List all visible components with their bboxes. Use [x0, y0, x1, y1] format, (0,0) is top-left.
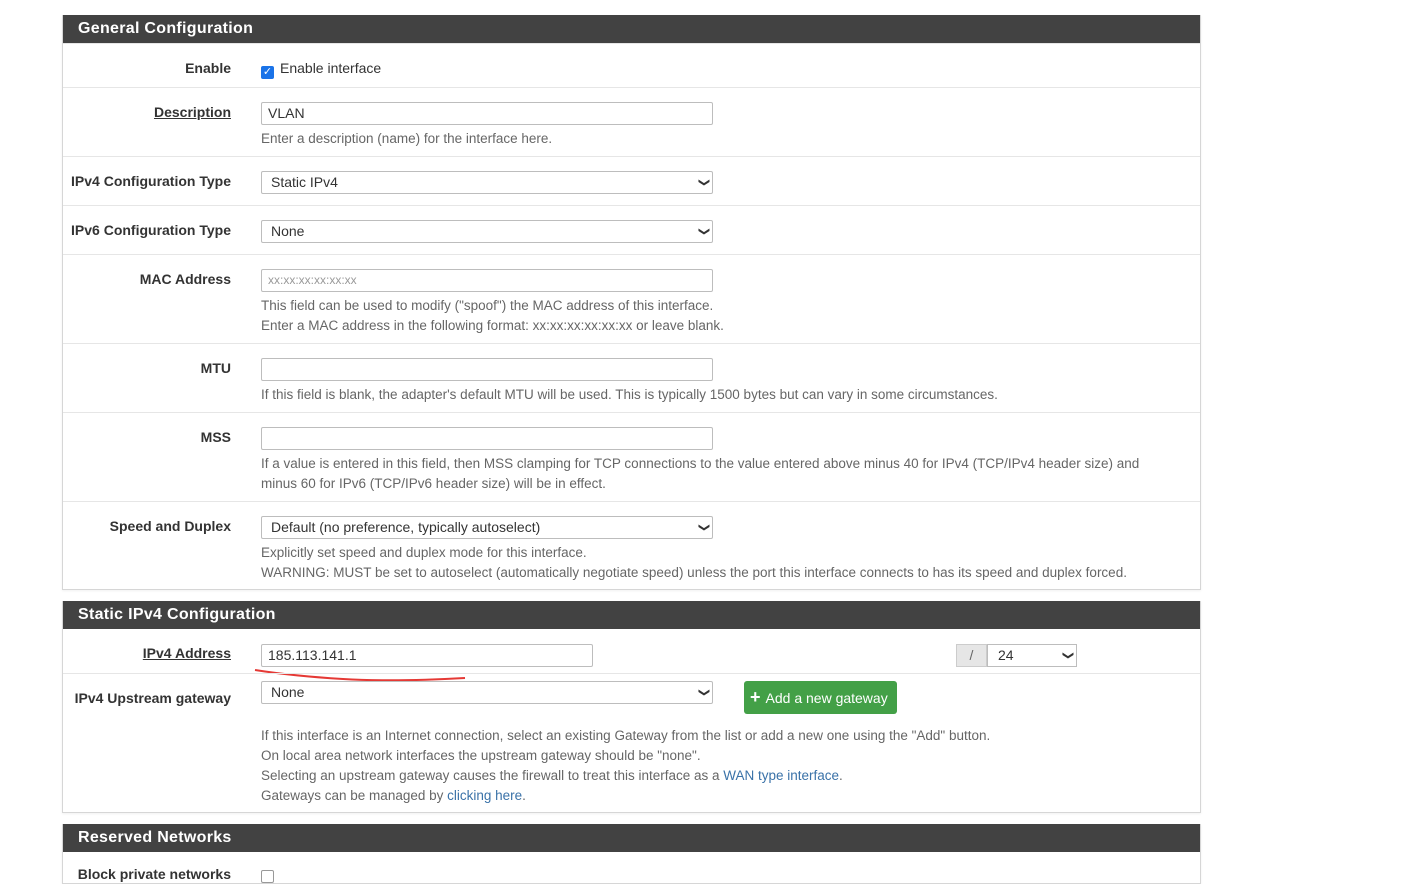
row-mac: MAC Address xx:xx:xx:xx:xx:xx This field…: [63, 254, 1200, 343]
mac-label: MAC Address: [139, 271, 231, 287]
row-gateway: IPv4 Upstream gateway None ❯ + Add a new …: [63, 673, 1200, 812]
mss-help-1: If a value is entered in this field, the…: [261, 456, 1140, 471]
ipv6-type-value: None: [271, 223, 305, 239]
gateway-label: IPv4 Upstream gateway: [74, 690, 231, 706]
speed-value: Default (no preference, typically autose…: [271, 519, 541, 535]
speed-help-2: WARNING: MUST be set to autoselect (auto…: [261, 565, 1127, 580]
chevron-down-icon: ❯: [697, 687, 710, 698]
chevron-down-icon: ❯: [1061, 650, 1074, 661]
gateway-help-4: Gateways can be managed by clicking here…: [261, 786, 990, 806]
speed-label: Speed and Duplex: [109, 518, 231, 534]
speed-select[interactable]: Default (no preference, typically autose…: [261, 516, 713, 539]
enable-label: Enable: [185, 60, 231, 76]
gateway-help-2: On local area network interfaces the ups…: [261, 748, 701, 763]
chevron-down-icon: ❯: [697, 522, 710, 533]
description-label[interactable]: Description: [63, 104, 231, 120]
gateway-help-3-text: Selecting an upstream gateway causes the…: [261, 768, 724, 783]
panel-heading-static-ipv4: Static IPv4 Configuration: [63, 601, 1200, 629]
mac-help-2: Enter a MAC address in the following for…: [261, 318, 724, 333]
description-help: Enter a description (name) for the inter…: [261, 131, 553, 146]
enable-checkbox[interactable]: ✓: [261, 66, 274, 79]
gateways-clicking-here-link[interactable]: clicking here: [447, 788, 522, 803]
gateway-help-3: Selecting an upstream gateway causes the…: [261, 766, 990, 786]
row-mss: MSS If a value is entered in this field,…: [63, 412, 1200, 501]
reserved-networks-panel: Reserved Networks Block private networks: [62, 824, 1201, 884]
cidr-select[interactable]: 24 ❯: [987, 644, 1077, 667]
row-description: Description VLAN Enter a description (na…: [63, 87, 1200, 156]
panel-heading-reserved: Reserved Networks: [63, 824, 1200, 852]
mtu-input[interactable]: [261, 358, 713, 381]
ipv4-type-value: Static IPv4: [271, 174, 338, 190]
block-private-checkbox[interactable]: [261, 870, 274, 883]
mtu-help: If this field is blank, the adapter's de…: [261, 387, 998, 402]
mss-input[interactable]: [261, 427, 713, 450]
add-gateway-label: Add a new gateway: [765, 690, 888, 706]
gateway-help-4-text: Gateways can be managed by: [261, 788, 448, 803]
gateway-help-3-end: .: [839, 768, 843, 783]
description-field: VLAN Enter a description (name) for the …: [261, 102, 713, 149]
row-mtu: MTU If this field is blank, the adapter'…: [63, 343, 1200, 412]
plus-icon: +: [750, 687, 761, 707]
panel-heading-general: General Configuration: [63, 15, 1200, 43]
enable-checkbox-label: Enable interface: [280, 60, 382, 76]
mtu-label: MTU: [200, 360, 231, 376]
wan-type-interface-link[interactable]: WAN type interface: [723, 768, 839, 783]
cidr-slash: /: [956, 644, 987, 667]
ipv4-type-label: IPv4 Configuration Type: [71, 173, 231, 189]
gateway-value: None: [271, 684, 305, 700]
row-block-private: Block private networks: [63, 852, 1200, 883]
ipv6-type-select[interactable]: None ❯: [261, 220, 713, 243]
ipv4-type-select[interactable]: Static IPv4 ❯: [261, 171, 713, 194]
row-speed: Speed and Duplex Default (no preference,…: [63, 501, 1200, 589]
static-ipv4-panel: Static IPv4 Configuration IPv4 Address 1…: [62, 601, 1201, 813]
ipv4-address-input[interactable]: 185.113.141.1: [261, 644, 593, 667]
gateway-help-1: If this interface is an Internet connect…: [261, 728, 991, 743]
row-ipv6-type: IPv6 Configuration Type None ❯: [63, 205, 1200, 254]
mss-help-2: minus 60 for IPv6 (TCP/IPv6 header size)…: [261, 476, 606, 491]
mss-label: MSS: [200, 429, 231, 445]
description-input[interactable]: VLAN: [261, 102, 713, 125]
gateway-select[interactable]: None ❯: [261, 681, 713, 704]
speed-help-1: Explicitly set speed and duplex mode for…: [261, 545, 587, 560]
chevron-down-icon: ❯: [697, 226, 710, 237]
chevron-down-icon: ❯: [697, 177, 710, 188]
mac-input[interactable]: xx:xx:xx:xx:xx:xx: [261, 269, 713, 292]
row-enable: Enable ✓ Enable interface: [63, 43, 1200, 87]
ipv4-address-label[interactable]: IPv4 Address: [63, 645, 231, 661]
general-config-panel: General Configuration Enable ✓ Enable int…: [62, 15, 1201, 590]
gateway-help-4-end: .: [522, 788, 526, 803]
cidr-value: 24: [998, 647, 1014, 663]
ipv6-type-label: IPv6 Configuration Type: [71, 222, 231, 238]
mac-help-1: This field can be used to modify ("spoof…: [261, 298, 714, 313]
row-ipv4-address: IPv4 Address 185.113.141.1 / 24 ❯: [63, 629, 1200, 682]
block-private-label: Block private networks: [77, 866, 231, 882]
row-ipv4-type: IPv4 Configuration Type Static IPv4 ❯: [63, 156, 1200, 205]
enable-field: ✓ Enable interface: [261, 60, 381, 79]
add-gateway-button[interactable]: + Add a new gateway: [744, 681, 897, 714]
